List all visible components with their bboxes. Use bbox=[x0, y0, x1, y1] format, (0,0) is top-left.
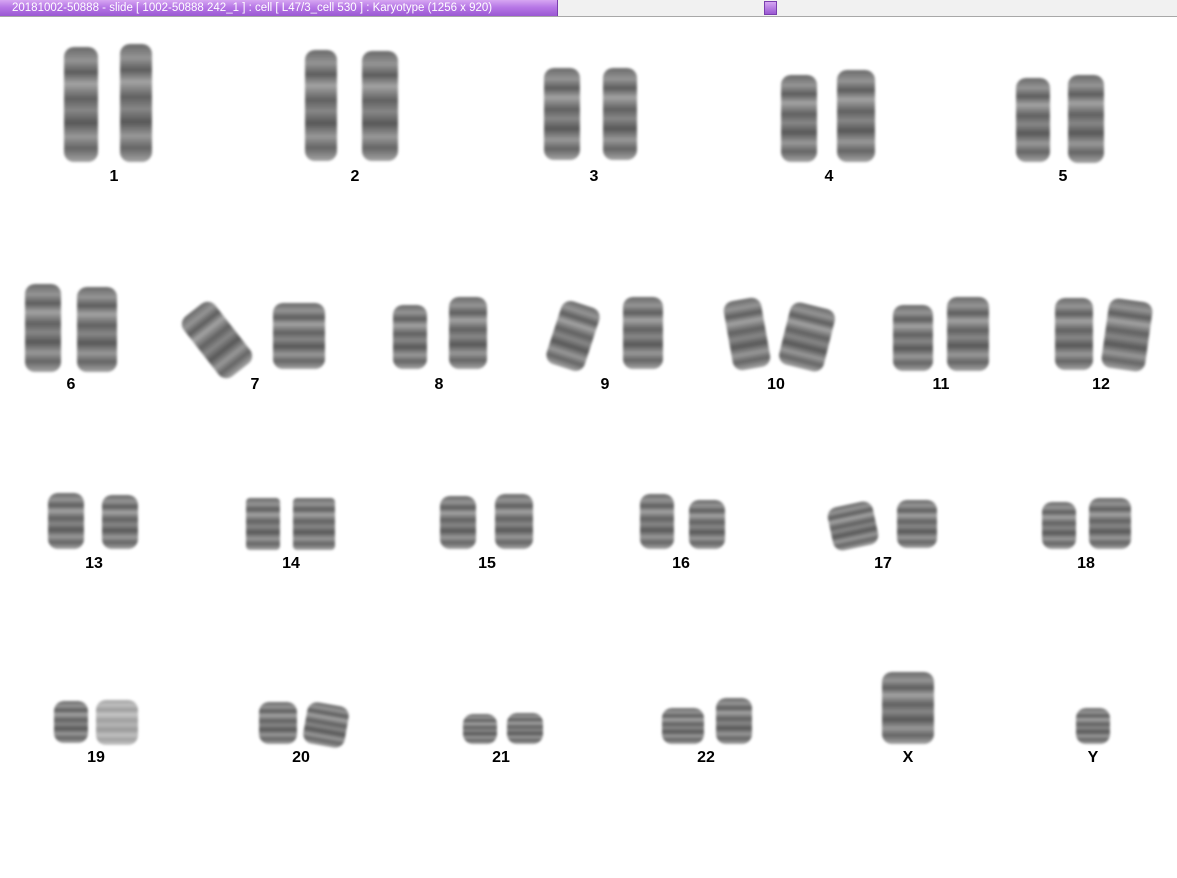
pair-label: 10 bbox=[767, 376, 785, 393]
pair-label: X bbox=[902, 749, 914, 766]
chromosome-pair-13[interactable]: 13 bbox=[48, 0, 138, 572]
chromosome-pair-16[interactable]: 16 bbox=[640, 0, 725, 572]
chromosome bbox=[177, 297, 257, 383]
pair-label: 11 bbox=[932, 376, 950, 393]
chromosome bbox=[54, 701, 88, 743]
chromosome bbox=[48, 493, 84, 549]
chromosome bbox=[102, 495, 138, 549]
pair-label: 16 bbox=[672, 555, 690, 572]
pair-label: 18 bbox=[1077, 555, 1095, 572]
chromosome bbox=[640, 494, 674, 549]
chromosome bbox=[120, 44, 152, 162]
pair-label: 7 bbox=[250, 376, 260, 393]
chromosome bbox=[882, 672, 934, 744]
chromosome bbox=[1042, 502, 1076, 549]
chromosome-y[interactable]: Y bbox=[1076, 0, 1110, 766]
chromosome bbox=[662, 708, 704, 744]
window-title-tab[interactable]: 20181002-50888 - slide [ 1002-50888 242_… bbox=[0, 0, 558, 16]
chromosome bbox=[893, 305, 933, 371]
chromosome bbox=[603, 68, 637, 160]
chromosome bbox=[96, 700, 138, 745]
chromosome-pair-21[interactable]: 21 bbox=[463, 0, 543, 766]
chromosome bbox=[837, 70, 875, 162]
chromosome bbox=[440, 496, 476, 549]
chromosome-pair-19[interactable]: 19 bbox=[54, 0, 138, 766]
chromosome-pair-17[interactable]: 17 bbox=[825, 0, 937, 572]
chromosome bbox=[301, 700, 351, 750]
chromosome bbox=[495, 494, 533, 549]
chromosome bbox=[1068, 75, 1104, 163]
pair-label: 22 bbox=[697, 749, 715, 766]
chromosome bbox=[25, 284, 61, 372]
chromosome bbox=[776, 300, 838, 374]
chromosome bbox=[543, 298, 603, 374]
chromosome-x[interactable]: X bbox=[882, 0, 934, 766]
pair-label: 21 bbox=[492, 749, 510, 766]
chromosome-pair-5[interactable]: 5 bbox=[1016, 0, 1104, 185]
pair-label: 5 bbox=[1058, 168, 1068, 185]
chromosome-pair-2[interactable]: 2 bbox=[305, 0, 398, 185]
chromosome-pair-9[interactable]: 9 bbox=[543, 0, 663, 393]
chromosome-pair-14[interactable]: 14 bbox=[246, 0, 335, 572]
chromosome bbox=[259, 702, 297, 744]
chromosome bbox=[716, 698, 752, 744]
window-title: 20181002-50888 - slide [ 1002-50888 242_… bbox=[12, 2, 493, 14]
chromosome-pair-4[interactable]: 4 bbox=[781, 0, 875, 185]
pair-label: Y bbox=[1087, 749, 1099, 766]
pair-label: 15 bbox=[478, 555, 496, 572]
title-scroll-handle[interactable] bbox=[764, 1, 777, 15]
chromosome bbox=[1076, 708, 1110, 744]
chromosome-pair-22[interactable]: 22 bbox=[662, 0, 752, 766]
chromosome-pair-12[interactable]: 12 bbox=[1055, 0, 1154, 393]
chromosome bbox=[722, 296, 772, 372]
chromosome-pair-11[interactable]: 11 bbox=[893, 0, 989, 393]
chromosome bbox=[1055, 298, 1093, 370]
chromosome bbox=[362, 51, 398, 161]
pair-label: 1 bbox=[109, 168, 119, 185]
chromosome bbox=[64, 47, 98, 162]
chromosome-pair-20[interactable]: 20 bbox=[259, 0, 351, 766]
chromosome bbox=[449, 297, 487, 369]
chromosome-pair-10[interactable]: 10 bbox=[722, 0, 838, 393]
pair-label: 17 bbox=[874, 555, 892, 572]
pair-label: 12 bbox=[1092, 376, 1110, 393]
pair-label: 8 bbox=[434, 376, 444, 393]
pair-label: 13 bbox=[85, 555, 103, 572]
chromosome bbox=[825, 499, 881, 553]
chromosome-pair-15[interactable]: 15 bbox=[440, 0, 533, 572]
chromosome bbox=[507, 713, 543, 744]
pair-label: 6 bbox=[66, 376, 76, 393]
chromosome bbox=[1016, 78, 1050, 162]
pair-label: 19 bbox=[87, 749, 105, 766]
chromosome bbox=[1100, 297, 1154, 373]
chromosome bbox=[947, 297, 989, 371]
chromosome-pair-3[interactable]: 3 bbox=[544, 0, 637, 185]
window-title-bar: 20181002-50888 - slide [ 1002-50888 242_… bbox=[0, 0, 1177, 17]
chromosome-pair-18[interactable]: 18 bbox=[1042, 0, 1131, 572]
chromosome bbox=[1089, 498, 1131, 549]
chromosome-pair-7[interactable]: 7 bbox=[177, 0, 325, 393]
chromosome-pair-1[interactable]: 1 bbox=[64, 0, 152, 185]
chromosome bbox=[246, 498, 280, 550]
chromosome-pair-6[interactable]: 6 bbox=[25, 0, 117, 393]
pair-label: 14 bbox=[282, 555, 300, 572]
chromosome bbox=[544, 68, 580, 160]
chromosome bbox=[463, 714, 497, 744]
chromosome bbox=[293, 498, 335, 550]
chromosome bbox=[897, 500, 937, 548]
pair-label: 20 bbox=[292, 749, 310, 766]
pair-label: 3 bbox=[589, 168, 599, 185]
chromosome bbox=[305, 50, 337, 161]
pair-label: 2 bbox=[350, 168, 360, 185]
chromosome bbox=[393, 305, 427, 369]
pair-label: 4 bbox=[824, 168, 834, 185]
chromosome bbox=[623, 297, 663, 369]
chromosome-pair-8[interactable]: 8 bbox=[393, 0, 487, 393]
chromosome bbox=[273, 303, 325, 369]
pair-label: 9 bbox=[600, 376, 610, 393]
chromosome bbox=[77, 287, 117, 372]
chromosome bbox=[781, 75, 817, 162]
chromosome bbox=[689, 500, 725, 549]
